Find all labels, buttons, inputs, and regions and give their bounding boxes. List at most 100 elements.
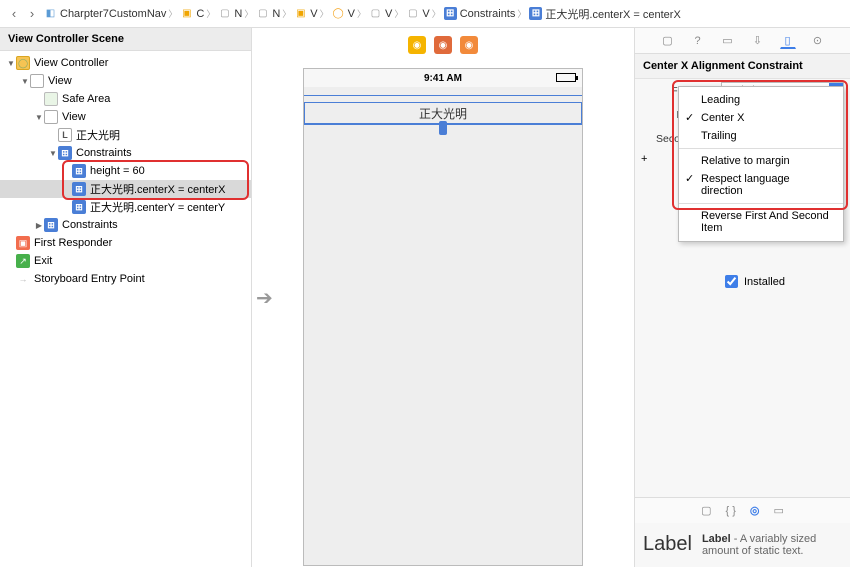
battery-icon — [556, 73, 576, 82]
outline-row[interactable]: ▼◯View Controller — [0, 54, 251, 72]
breadcrumb-item[interactable]: 〉⊞Constraints — [432, 7, 516, 20]
installed-checkbox[interactable] — [725, 275, 738, 288]
breadcrumb-item[interactable]: 〉▣C — [168, 7, 204, 20]
breadcrumb-item[interactable]: 〉▣V — [282, 7, 317, 20]
exit-icon[interactable]: ◉ — [460, 36, 478, 54]
outline-row[interactable]: ▣First Responder — [0, 234, 251, 252]
library-item-preview: Label — [643, 533, 692, 557]
outline-tree[interactable]: ▼◯View Controller▼ViewSafe Area▼ViewL正大光… — [0, 51, 251, 291]
outline-row[interactable]: ⊞正大光明.centerX = centerX — [0, 180, 251, 198]
disclosure-triangle[interactable]: ▶ — [34, 221, 44, 230]
outline-row-label: 正大光明.centerY = centerY — [90, 199, 225, 215]
outline-row-label: height = 60 — [90, 165, 145, 177]
popup-item[interactable]: Center X — [679, 109, 843, 127]
size-inspector-tab[interactable]: ▯ — [780, 33, 796, 49]
add-variation-button[interactable]: + — [641, 153, 647, 165]
disclosure-triangle[interactable]: ▼ — [20, 77, 30, 86]
breadcrumb[interactable]: ◧Charpter7CustomNav〉▣C〉▢N〉▢N〉▣V〉◯V〉▢V〉▢V… — [44, 6, 681, 22]
scene-icon: ◯ — [332, 7, 345, 20]
media-library-tab[interactable]: ▭ — [774, 504, 784, 517]
outline-row-label: View — [48, 75, 72, 87]
sb-icon: ◧ — [44, 7, 57, 20]
breadcrumb-label: Charpter7CustomNav — [60, 8, 166, 20]
outline-row-label: Constraints — [62, 219, 118, 231]
outline-row[interactable]: ▼ View — [0, 72, 251, 90]
file-icon: ▢ — [406, 7, 419, 20]
constraint-icon: ⊞ — [444, 7, 457, 20]
outline-row[interactable]: L正大光明 — [0, 126, 251, 144]
breadcrumb-label: Constraints — [460, 8, 516, 20]
library-tabs[interactable]: ▢ { } ◎ ▭ — [635, 497, 850, 523]
exit-icon: ↗ — [16, 254, 30, 268]
breadcrumb-label: 正大光明.centerX = centerX — [545, 6, 680, 22]
breadcrumb-label: V — [385, 8, 392, 20]
inspector-panel: ▢ ? ▭ ⇩ ▯ ⊙ Center X Alignment Constrain… — [634, 28, 850, 567]
file-template-tab[interactable]: ▢ — [701, 504, 711, 517]
breadcrumb-label: N — [234, 8, 242, 20]
quick-help-tab[interactable]: ? — [690, 33, 706, 49]
file-icon: ▢ — [256, 7, 269, 20]
identity-inspector-tab[interactable]: ▭ — [720, 33, 736, 49]
canvas[interactable]: ➔ ◉ ◉ ◉ 9:41 AM 正大光明 — [252, 28, 634, 567]
outline-row-label: Constraints — [76, 147, 132, 159]
entry-icon: → — [16, 272, 30, 286]
disclosure-triangle[interactable]: ▼ — [48, 149, 58, 158]
outline-row[interactable]: Safe Area — [0, 90, 251, 108]
outline-row[interactable]: ▶⊞ Constraints — [0, 216, 251, 234]
outline-row[interactable]: ↗ Exit — [0, 252, 251, 270]
outline-row-label: Exit — [34, 255, 52, 267]
library-item[interactable]: Label Label - A variably sized amount of… — [635, 523, 850, 567]
outline-row[interactable]: ⊞ height = 60 — [0, 162, 251, 180]
document-outline: View Controller Scene ▼◯View Controller▼… — [0, 28, 252, 567]
first-responder-icon[interactable]: ◉ — [434, 36, 452, 54]
jump-bar: ‹ › ◧Charpter7CustomNav〉▣C〉▢N〉▢N〉▣V〉◯V〉▢… — [0, 0, 850, 28]
breadcrumb-label: V — [422, 8, 429, 20]
outline-row[interactable]: → Storyboard Entry Point — [0, 270, 251, 288]
inspector-tabs[interactable]: ▢ ? ▭ ⇩ ▯ ⊙ — [635, 28, 850, 54]
library-item-desc: Label - A variably sized amount of stati… — [702, 533, 842, 557]
folder-icon: ⊞ — [44, 218, 58, 232]
disclosure-triangle[interactable]: ▼ — [34, 113, 44, 122]
folder-icon: ▣ — [180, 7, 193, 20]
outline-row-label: Storyboard Entry Point — [34, 273, 145, 285]
popup-item[interactable]: Relative to margin — [679, 152, 843, 170]
breadcrumb-label: V — [348, 8, 355, 20]
demo-label[interactable]: 正大光明 — [419, 105, 467, 122]
popup-item[interactable]: Trailing — [679, 127, 843, 145]
file-inspector-tab[interactable]: ▢ — [660, 33, 676, 49]
breadcrumb-item[interactable]: 〉▢V — [394, 7, 429, 20]
breadcrumb-item[interactable]: ◧Charpter7CustomNav — [44, 7, 166, 20]
breadcrumb-label: C — [196, 8, 204, 20]
breadcrumb-label: N — [272, 8, 280, 20]
forward-button[interactable]: › — [24, 6, 40, 21]
breadcrumb-item[interactable]: 〉◯V — [320, 7, 355, 20]
popup-item[interactable]: Reverse First And Second Item — [679, 207, 843, 237]
code-snippet-tab[interactable]: { } — [725, 505, 735, 517]
disclosure-triangle[interactable]: ▼ — [6, 59, 16, 68]
outline-row[interactable]: ▼View — [0, 108, 251, 126]
outline-row[interactable]: ▼⊞Constraints — [0, 144, 251, 162]
con-icon: ⊞ — [72, 164, 86, 178]
breadcrumb-item[interactable]: 〉▢N — [244, 7, 280, 20]
library-item-name: Label — [702, 533, 731, 545]
view-controller-icon[interactable]: ◉ — [408, 36, 426, 54]
inspector-title: Center X Alignment Constraint — [635, 54, 850, 79]
con-icon: ⊞ — [72, 200, 86, 214]
second-item-popup[interactable]: LeadingCenter XTrailing Relative to margi… — [678, 86, 844, 242]
attributes-inspector-tab[interactable]: ⇩ — [750, 33, 766, 49]
breadcrumb-item[interactable]: 〉▢V — [357, 7, 392, 20]
popup-item[interactable]: Leading — [679, 91, 843, 109]
status-time: 9:41 AM — [424, 73, 462, 84]
breadcrumb-item[interactable]: 〉▢N — [206, 7, 242, 20]
scene-dock: ◉ ◉ ◉ — [408, 36, 478, 54]
breadcrumb-item[interactable]: 〉⊞正大光明.centerX = centerX — [517, 6, 680, 22]
connections-inspector-tab[interactable]: ⊙ — [810, 33, 826, 49]
popup-item[interactable]: Respect language direction — [679, 170, 843, 200]
outline-row[interactable]: ⊞ 正大光明.centerY = centerY — [0, 198, 251, 216]
view-icon — [30, 74, 44, 88]
object-library-tab[interactable]: ◎ — [750, 504, 760, 517]
outline-row-label: 正大光明 — [76, 127, 120, 143]
back-button[interactable]: ‹ — [6, 6, 22, 21]
folder-icon: ▣ — [294, 7, 307, 20]
device-frame[interactable]: 9:41 AM 正大光明 — [303, 68, 583, 566]
